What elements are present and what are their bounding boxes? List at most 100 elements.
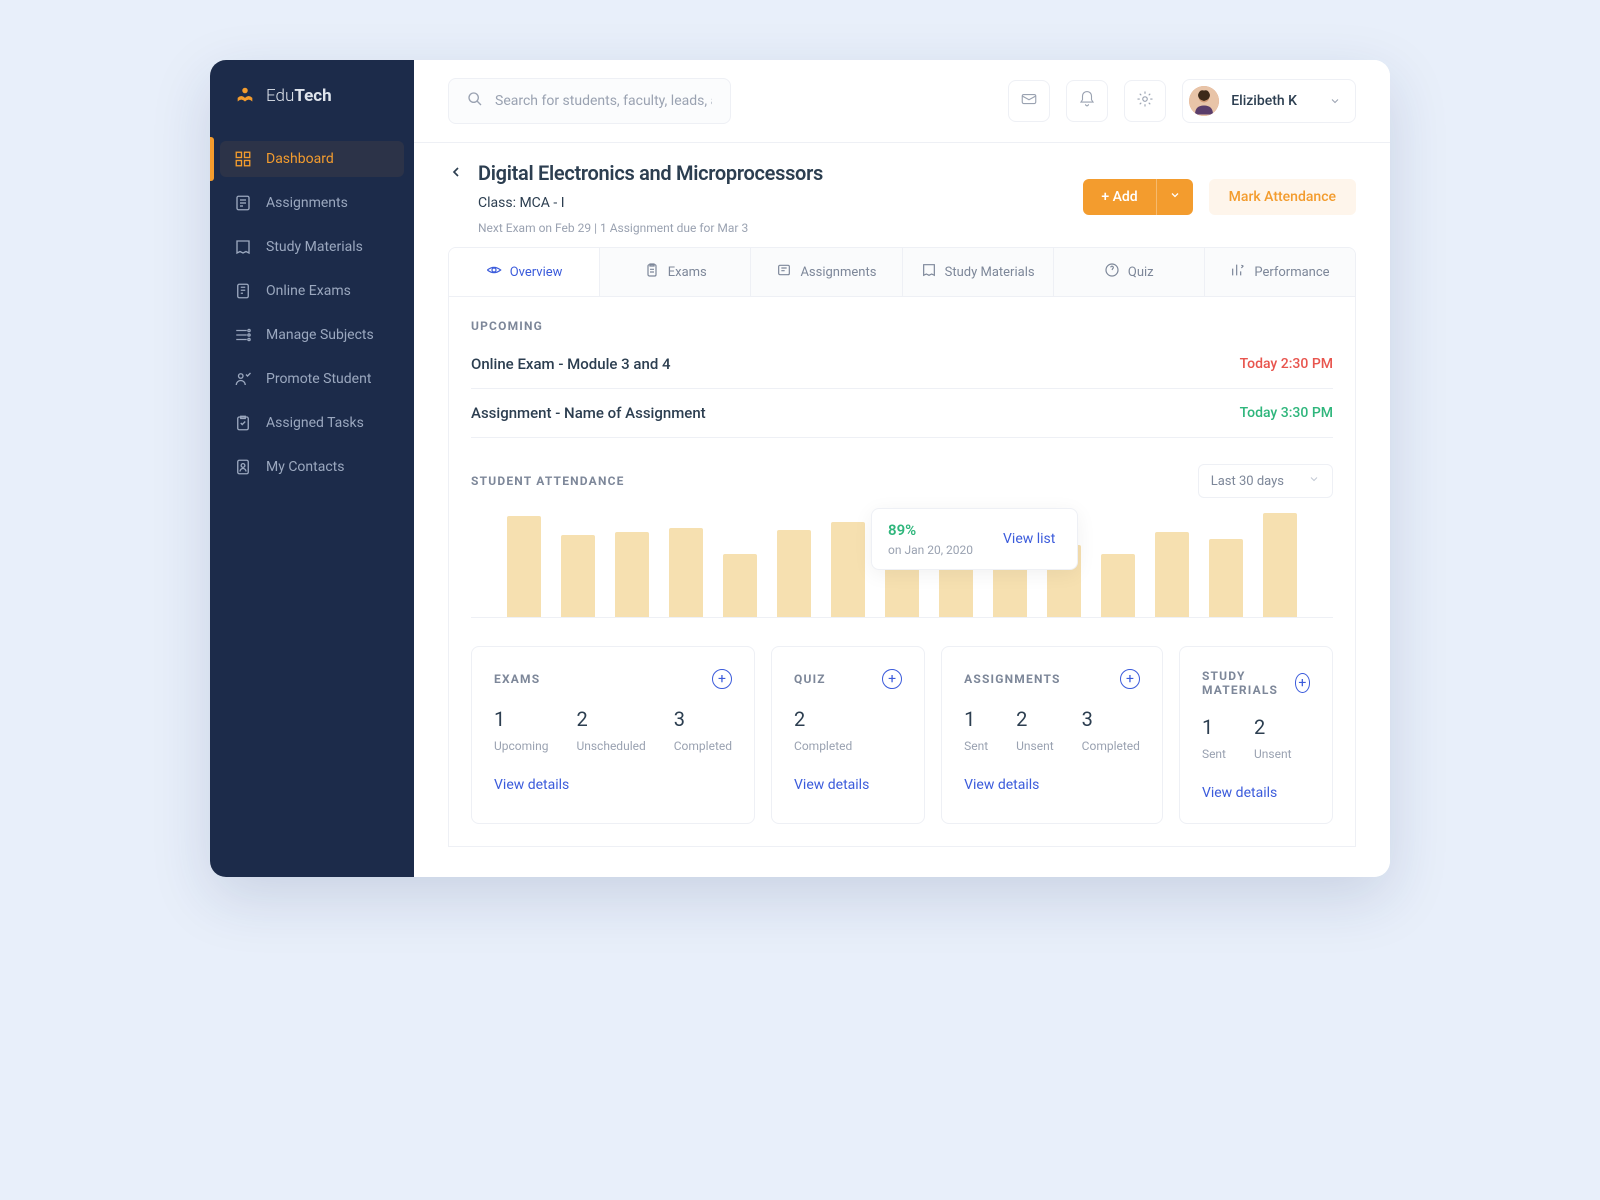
nav-label: Online Exams <box>266 283 351 299</box>
stat-label: Upcoming <box>494 739 548 753</box>
view-details-link[interactable]: View details <box>494 777 732 793</box>
attendance-bar[interactable] <box>723 554 757 617</box>
user-menu[interactable]: Elizibeth K <box>1182 79 1356 123</box>
upcoming-row[interactable]: Assignment - Name of AssignmentToday 3:3… <box>471 389 1333 438</box>
nav-label: Study Materials <box>266 239 363 255</box>
attendance-bar[interactable] <box>1101 554 1135 617</box>
attendance-bar[interactable] <box>561 535 595 617</box>
tab-overview[interactable]: Overview <box>449 248 600 296</box>
sidebar-item-promote-student[interactable]: Promote Student <box>210 357 414 401</box>
nav-label: Dashboard <box>266 151 334 167</box>
stat: 2Unsent <box>1254 715 1292 761</box>
upcoming-row[interactable]: Online Exam - Module 3 and 4 Today 2:30 P… <box>471 349 1333 389</box>
sidebar-item-dashboard[interactable]: Dashboard <box>210 137 414 181</box>
tooltip-percent: 89% <box>888 521 973 539</box>
nav-label: Manage Subjects <box>266 327 374 343</box>
tooltip-date: on Jan 20, 2020 <box>888 543 973 557</box>
tab-icon <box>1104 262 1120 282</box>
nav-icon <box>234 370 252 388</box>
nav-icon <box>234 194 252 212</box>
attendance-bar[interactable] <box>1155 532 1189 617</box>
attendance-bar[interactable] <box>669 528 703 617</box>
attendance-bar[interactable] <box>777 530 811 617</box>
mail-button[interactable] <box>1008 80 1050 122</box>
attendance-bar[interactable] <box>1209 539 1243 617</box>
attendance-bar[interactable] <box>507 516 541 617</box>
mark-attendance-button[interactable]: Mark Attendance <box>1209 179 1356 215</box>
add-button[interactable]: + Add <box>1083 179 1155 215</box>
summary-card-study-materials: STUDY MATERIALS+1Sent2UnsentView details <box>1179 646 1333 824</box>
attendance-range-select[interactable]: Last 30 days <box>1198 464 1333 498</box>
tab-label: Performance <box>1254 265 1329 280</box>
card-title: STUDY MATERIALS <box>1202 669 1295 697</box>
main: Elizibeth K Digital Electronics and Micr… <box>414 60 1390 877</box>
sidebar-item-online-exams[interactable]: Online Exams <box>210 269 414 313</box>
tooltip-view-list-link[interactable]: View list <box>1003 531 1055 547</box>
add-icon[interactable]: + <box>1295 673 1310 693</box>
stat-number: 2 <box>1016 707 1054 731</box>
sidebar-item-assignments[interactable]: Assignments <box>210 181 414 225</box>
upcoming-title: Online Exam - Module 3 and 4 <box>471 355 671 373</box>
stat-label: Unsent <box>1016 739 1054 753</box>
tab-study-materials[interactable]: Study Materials <box>903 248 1054 296</box>
logo: EduTech <box>210 85 414 137</box>
sidebar-item-assigned-tasks[interactable]: Assigned Tasks <box>210 401 414 445</box>
nav-label: Assigned Tasks <box>266 415 364 431</box>
add-icon[interactable]: + <box>882 669 902 689</box>
attendance-heading: STUDENT ATTENDANCE <box>471 474 625 488</box>
user-name: Elizibeth K <box>1231 93 1297 109</box>
summary-card-assignments: ASSIGNMENTS+1Sent2Unsent3CompletedView d… <box>941 646 1163 824</box>
attendance-bar[interactable] <box>615 532 649 617</box>
stat-number: 1 <box>494 707 548 731</box>
notifications-button[interactable] <box>1066 80 1108 122</box>
tab-label: Study Materials <box>945 265 1035 280</box>
settings-button[interactable] <box>1124 80 1166 122</box>
sidebar-item-study-materials[interactable]: Study Materials <box>210 225 414 269</box>
range-label: Last 30 days <box>1211 474 1284 489</box>
nav-label: Promote Student <box>266 371 371 387</box>
attendance-bar[interactable] <box>831 522 865 617</box>
tabs: Overview Exams Assignments Study Materials Q… <box>448 247 1356 297</box>
view-details-link[interactable]: View details <box>964 777 1140 793</box>
stat-number: 1 <box>964 707 988 731</box>
gear-icon <box>1136 90 1154 112</box>
tab-label: Overview <box>510 265 563 280</box>
sidebar-item-manage-subjects[interactable]: Manage Subjects <box>210 313 414 357</box>
upcoming-time: Today 2:30 PM <box>1240 356 1333 372</box>
back-button[interactable] <box>448 164 464 184</box>
stat: 2 Unsent <box>1016 707 1054 753</box>
search-input[interactable] <box>495 93 712 109</box>
view-details-link[interactable]: View details <box>1202 785 1310 801</box>
tab-icon <box>1230 262 1246 282</box>
tab-performance[interactable]: Performance <box>1205 248 1355 296</box>
add-icon[interactable]: + <box>712 669 732 689</box>
overview-panel: UPCOMING Online Exam - Module 3 and 4Tod… <box>448 297 1356 847</box>
add-icon[interactable]: + <box>1120 669 1140 689</box>
attendance-bar[interactable] <box>1263 513 1297 617</box>
stat-label: Completed <box>794 739 852 753</box>
stat-number: 2 <box>794 707 852 731</box>
view-details-link[interactable]: View details <box>794 777 902 793</box>
upcoming-time: Today 3:30 PM <box>1240 405 1333 421</box>
tab-label: Quiz <box>1128 265 1154 280</box>
tab-label: Exams <box>668 265 707 280</box>
sub-line: Next Exam on Feb 29 | 1 Assignment due f… <box>478 221 823 235</box>
stat-label: Sent <box>964 739 988 753</box>
logo-text: EduTech <box>266 86 332 106</box>
card-title: ASSIGNMENTS <box>964 672 1060 686</box>
page-title: Digital Electronics and Microprocessors <box>478 161 823 185</box>
stat: 3Completed <box>674 707 732 753</box>
nav-icon <box>234 458 252 476</box>
chevron-down-icon <box>1169 190 1181 205</box>
tab-quiz[interactable]: Quiz <box>1054 248 1205 296</box>
nav-icon <box>234 414 252 432</box>
nav-icon <box>234 326 252 344</box>
sidebar-item-my-contacts[interactable]: My Contacts <box>210 445 414 489</box>
stat-label: Sent <box>1202 747 1226 761</box>
add-dropdown-button[interactable] <box>1156 179 1193 215</box>
tab-exams[interactable]: Exams <box>600 248 751 296</box>
mail-icon <box>1020 90 1038 112</box>
tab-assignments[interactable]: Assignments <box>751 248 902 296</box>
card-title: EXAMS <box>494 672 540 686</box>
search-box[interactable] <box>448 78 731 124</box>
